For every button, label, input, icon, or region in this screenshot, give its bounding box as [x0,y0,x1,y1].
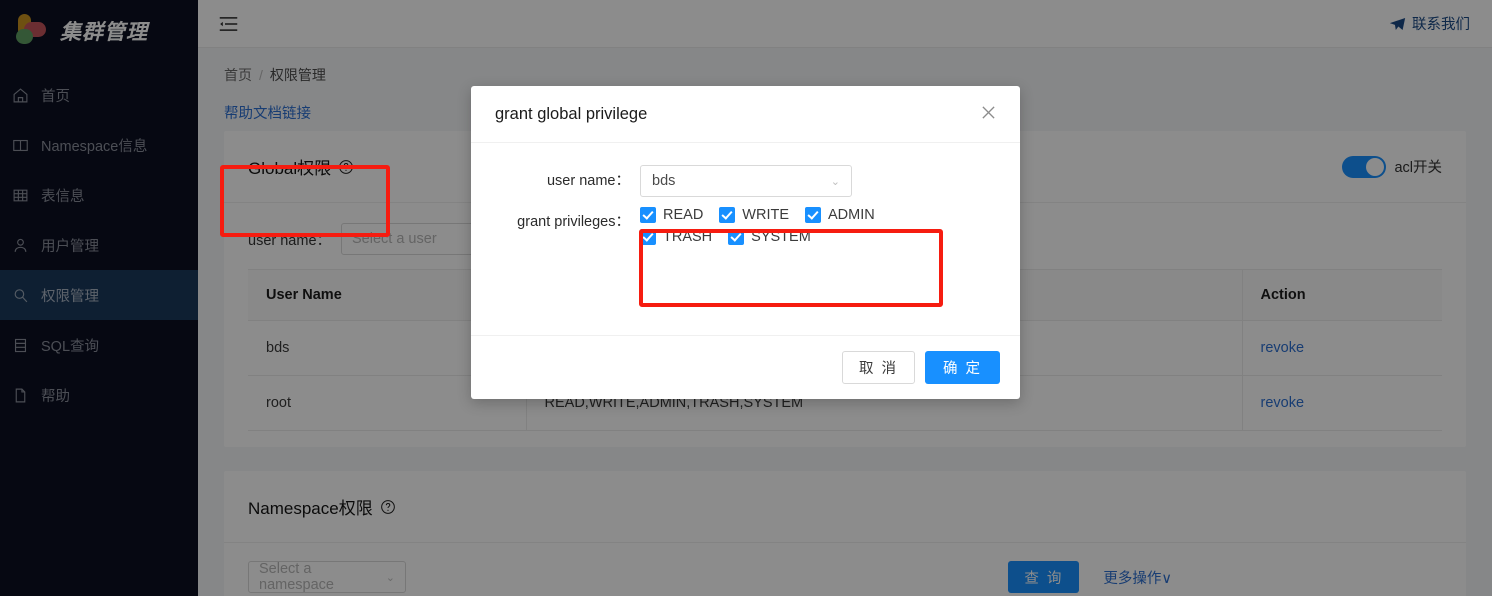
cancel-button[interactable]: 取 消 [841,351,915,384]
checkbox-trash[interactable]: TRASH [640,229,712,245]
checkbox-label: TRASH [663,229,713,245]
grant-global-privilege-modal: grant global privilege user name： bds ⌄ … [471,86,1020,399]
checkbox-admin[interactable]: ADMIN [805,207,875,223]
user-name-label: user name： [546,173,630,189]
checkbox-label: SYSTEM [751,229,811,245]
checkbox-label: READ [663,207,704,223]
check-icon [719,207,736,223]
grant-privileges-label: grant privileges： [517,214,630,230]
app-root: 集群管理 首页 Namespace信息 表信息 用户管理 权限管理 SQL查询 … [0,0,1492,596]
chevron-down-icon: ⌄ [830,175,840,188]
close-icon[interactable] [981,105,996,124]
grant-privileges-checkbox-group: READ WRITE ADMIN TRASH SYSTEM [640,207,912,245]
checkbox-read[interactable]: READ [640,207,703,223]
user-name-select-value: bds [652,173,676,189]
modal-body: user name： bds ⌄ grant privileges： READ … [471,143,1020,245]
checkbox-label: WRITE [742,207,790,223]
user-name-form-row: user name： bds ⌄ [495,165,996,197]
modal-title: grant global privilege [495,104,648,123]
grant-privileges-form-row: grant privileges： READ WRITE ADMIN TRASH… [495,207,996,245]
checkbox-write[interactable]: WRITE [719,207,789,223]
checkbox-label: ADMIN [828,207,875,223]
confirm-button[interactable]: 确 定 [924,351,1000,384]
modal-header: grant global privilege [471,86,1020,143]
user-name-select[interactable]: bds ⌄ [640,165,852,197]
check-icon [805,207,822,223]
checkbox-system[interactable]: SYSTEM [728,229,811,245]
modal-footer: 取 消 确 定 [471,335,1020,399]
check-icon [728,229,745,245]
check-icon [640,207,656,223]
check-icon [640,229,656,245]
